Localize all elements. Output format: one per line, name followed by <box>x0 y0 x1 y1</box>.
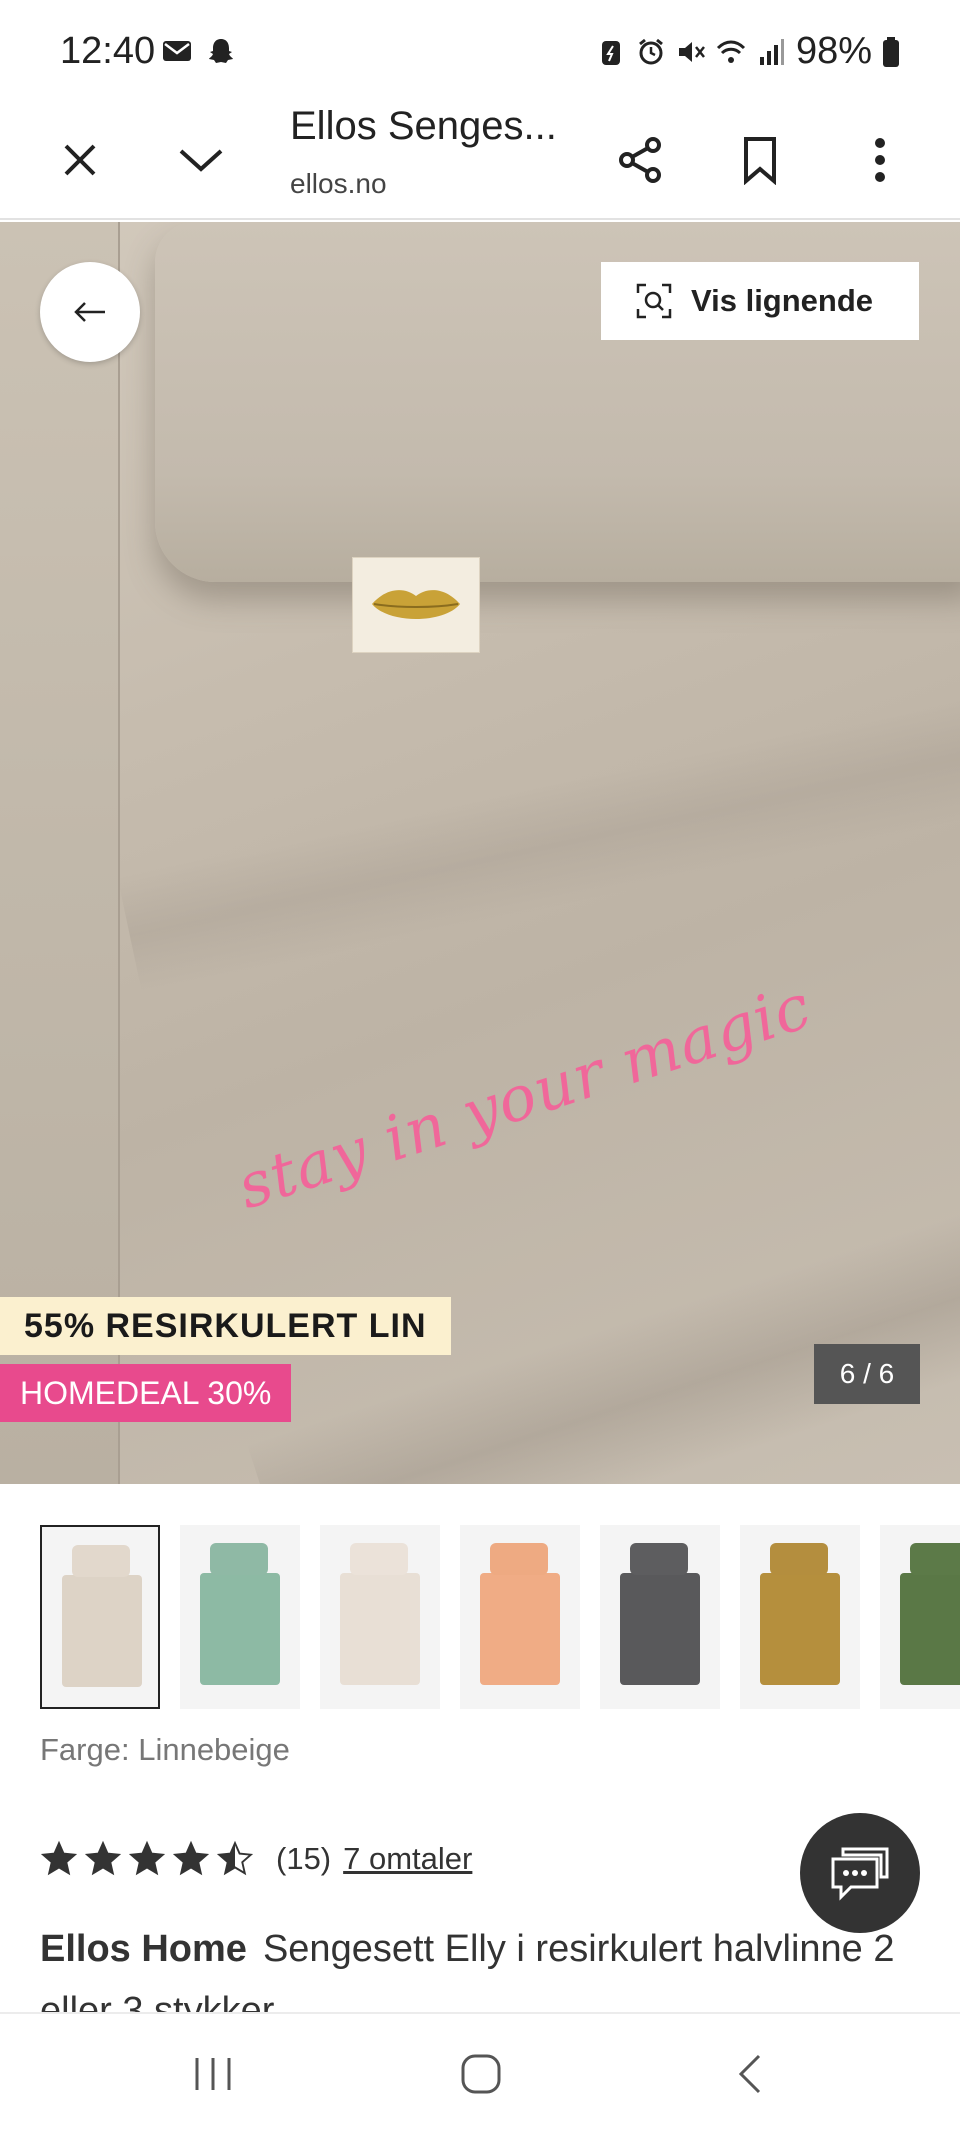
rating-count: (15) <box>276 1841 332 1876</box>
battery-saver-icon <box>601 40 620 65</box>
fabric-fold <box>117 689 960 995</box>
color-thumbnail[interactable] <box>740 1525 860 1709</box>
signal-icon <box>759 38 784 65</box>
selected-color-label: Farge: Linnebeige <box>40 1732 290 1767</box>
star-icon <box>172 1840 210 1876</box>
wifi-icon <box>716 40 745 63</box>
notification-icons <box>162 36 236 66</box>
bookmark-button[interactable] <box>724 124 796 196</box>
visual-search-button[interactable]: Vis lignende <box>601 262 919 340</box>
page-domain: ellos.no <box>290 168 387 199</box>
thumbnail-pillow <box>490 1543 548 1575</box>
mute-icon <box>678 41 705 62</box>
star-icon <box>84 1840 122 1876</box>
thumbnail-duvet <box>620 1573 700 1685</box>
bookmark-icon <box>744 137 776 185</box>
more-options-button[interactable] <box>844 124 916 196</box>
snapchat-icon <box>209 39 233 63</box>
chevron-down-icon <box>179 149 223 172</box>
image-counter: 6 / 6 <box>814 1344 920 1404</box>
recent-apps-button[interactable] <box>173 2044 253 2104</box>
chat-button[interactable] <box>800 1813 920 1933</box>
home-icon <box>461 2054 501 2094</box>
battery-percentage: 98% <box>795 30 872 72</box>
embroidered-text: stay in your magic <box>228 969 820 1224</box>
star-icon <box>128 1840 166 1876</box>
share-icon <box>619 137 661 183</box>
status-bar: 12:40 98% <box>0 0 960 100</box>
chevron-left-icon <box>738 2054 761 2094</box>
status-time: 12:40 <box>60 30 156 72</box>
page-title: Ellos Senges... <box>290 104 557 148</box>
battery-icon <box>883 36 899 67</box>
lips-logo-icon <box>372 590 460 619</box>
close-tab-button[interactable] <box>44 124 116 196</box>
thumbnail-duvet <box>200 1573 280 1685</box>
color-thumbnail[interactable] <box>460 1525 580 1709</box>
visual-search-label: Vis lignende <box>691 283 874 318</box>
thumbnail-duvet <box>480 1573 560 1685</box>
chat-icon <box>831 1847 889 1901</box>
thumbnail-pillow <box>630 1543 688 1575</box>
previous-image-preview <box>0 222 120 1484</box>
thumbnail-pillow <box>910 1543 960 1575</box>
system-navigation-bar <box>0 2012 960 2133</box>
color-thumbnail[interactable] <box>180 1525 300 1709</box>
thumbnail-pillow <box>770 1543 828 1575</box>
star-icon <box>216 1840 254 1876</box>
back-button[interactable] <box>40 262 140 362</box>
recent-apps-icon <box>195 2058 231 2090</box>
home-button[interactable] <box>441 2044 521 2104</box>
product-brand[interactable]: Ellos Home <box>40 1928 247 1970</box>
product-image-carousel[interactable]: stay in your magic <box>0 222 960 1484</box>
visual-search-icon <box>636 283 672 319</box>
product-rating: (15) 7 omtaler <box>40 1840 472 1878</box>
thumbnail-pillow <box>210 1543 268 1575</box>
deal-badge: HOMEDEAL 30% <box>0 1364 292 1422</box>
rating-stars <box>40 1840 254 1878</box>
star-icon <box>40 1840 78 1876</box>
close-icon <box>64 144 96 176</box>
alarm-icon <box>639 38 663 64</box>
color-variant-thumbnails <box>40 1525 960 1709</box>
lips-label-tag <box>352 557 480 653</box>
color-thumbnail[interactable] <box>880 1525 960 1709</box>
arrow-left-icon <box>74 302 105 322</box>
browser-header: Ellos Senges... ellos.no <box>0 100 960 220</box>
thumbnail-pillow <box>350 1543 408 1575</box>
thumbnail-duvet <box>760 1573 840 1685</box>
mail-icon <box>163 41 191 61</box>
thumbnail-duvet <box>900 1573 960 1685</box>
color-thumbnail[interactable] <box>600 1525 720 1709</box>
minimize-tab-button[interactable] <box>165 124 237 196</box>
share-button[interactable] <box>604 124 676 196</box>
thumbnail-pillow <box>72 1545 130 1577</box>
color-thumbnail[interactable] <box>40 1525 160 1709</box>
more-vertical-icon <box>875 138 885 182</box>
material-badge: 55% RESIRKULERT LIN <box>0 1297 451 1355</box>
thumbnail-duvet <box>62 1575 142 1687</box>
status-indicators: 98% <box>596 30 900 73</box>
system-back-button[interactable] <box>710 2044 790 2104</box>
reviews-link[interactable]: 7 omtaler <box>343 1841 472 1877</box>
color-thumbnail[interactable] <box>320 1525 440 1709</box>
thumbnail-duvet <box>340 1573 420 1685</box>
